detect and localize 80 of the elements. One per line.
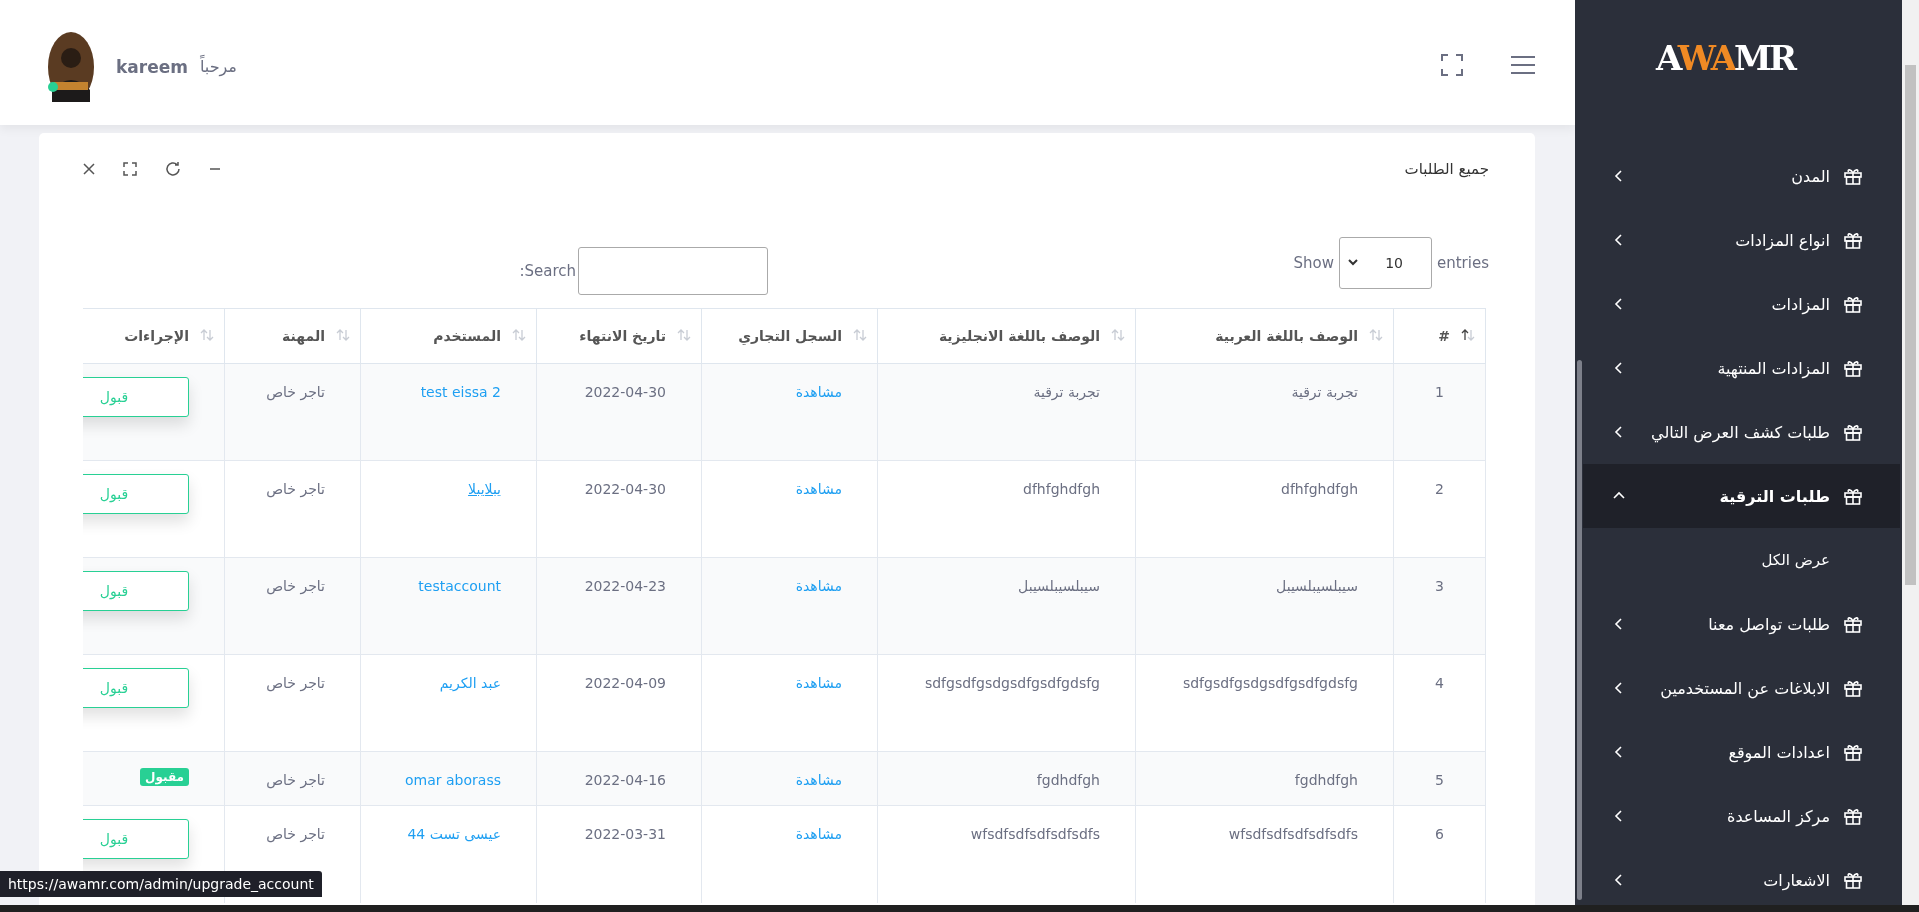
table-cell: 2022-04-16 (536, 751, 702, 806)
close-icon[interactable] (83, 163, 95, 175)
sidebar-item[interactable]: المزادات (1583, 272, 1900, 336)
chevron-down-icon (1348, 259, 1358, 266)
refresh-icon[interactable] (165, 161, 181, 177)
column-header[interactable]: الوصف باللغة العربية (1135, 308, 1394, 364)
gift-icon (1844, 167, 1862, 185)
gift-icon (1844, 487, 1862, 505)
show-label: Show (1293, 253, 1334, 272)
scrollbar-thumb[interactable] (1905, 65, 1916, 585)
gift-icon (1844, 295, 1862, 313)
menu-icon[interactable] (1511, 55, 1535, 74)
table-cell: 2022-03-31 (536, 805, 702, 903)
sidebar-item[interactable]: مركز المساعدة (1583, 784, 1900, 848)
table-cell: سيبلسيبلسيبل (1135, 557, 1394, 655)
table-cell: fgdhdfgh (877, 751, 1136, 806)
table-cell: wfsdfsdfsdfsdfsdfs (1135, 805, 1394, 903)
table-cell: 3 (1393, 557, 1486, 655)
entries-label: entries (1437, 253, 1489, 272)
table-cell: تجربة ترقية (1135, 363, 1394, 461)
chevron-left-icon (1613, 234, 1625, 246)
chevron-left-icon (1613, 874, 1625, 886)
gift-icon (1844, 743, 1862, 761)
sidebar-item[interactable]: الابلاغات عن المستخدمين (1583, 656, 1900, 720)
fullscreen-icon[interactable] (123, 162, 137, 176)
accepted-badge: مقبول (140, 768, 189, 786)
chevron-left-icon (1613, 362, 1625, 374)
card-title: جميع الطلبات (1404, 160, 1489, 178)
gift-icon (1844, 679, 1862, 697)
table-cell: 1 (1393, 363, 1486, 461)
table-cell: تجربة ترقية (877, 363, 1136, 461)
chevron-left-icon (1613, 170, 1625, 182)
status-url: https://awamr.com/admin/upgrade_account (0, 871, 322, 897)
table-cell: تاجر خاص (224, 557, 361, 655)
sidebar-subitem[interactable]: عرض الكل (1583, 528, 1902, 592)
table-cell: 2022-04-23 (536, 557, 702, 655)
column-header[interactable]: المستخدم (360, 308, 537, 364)
table-cell: 2022-04-30 (536, 363, 702, 461)
scrollbar-thumb[interactable] (1577, 360, 1582, 900)
table-cell: سيبلسيبلسيبل (877, 557, 1136, 655)
sidebar-item[interactable]: طلبات الترقية (1583, 464, 1900, 528)
column-header[interactable]: الإجراءات (83, 308, 225, 364)
column-header[interactable]: المهنة (224, 308, 361, 364)
column-header[interactable]: الوصف باللغة الانجليزية (877, 308, 1136, 364)
sidebar-item[interactable]: المزادات المنتهية (1583, 336, 1900, 400)
gift-icon (1844, 423, 1862, 441)
column-header[interactable]: # (1393, 308, 1486, 364)
table-cell: fgdhdfgh (1135, 751, 1394, 806)
gift-icon (1844, 231, 1862, 249)
sidebar-item[interactable]: طلبات كشف العرض التالي (1583, 400, 1900, 464)
avatar[interactable] (48, 31, 94, 102)
search-label: Search: (519, 261, 576, 280)
entries-select[interactable]: 10 (1339, 236, 1432, 289)
chevron-left-icon (1613, 298, 1625, 310)
table-cell: wfsdfsdfsdfsdfsdfs (877, 805, 1136, 903)
greeting: مرحباً (199, 57, 237, 76)
sidebar-item[interactable]: المدن (1583, 144, 1900, 208)
chevron-left-icon (1613, 682, 1625, 694)
user-name: kareem (116, 56, 188, 77)
sidebar-item[interactable]: انواع المزادات (1583, 208, 1900, 272)
sidebar-item[interactable]: طلبات تواصل معنا (1583, 592, 1900, 656)
column-header[interactable]: تاريخ الانتهاء (536, 308, 702, 364)
gift-icon (1844, 615, 1862, 633)
sidebar-item[interactable]: الاشعارات (1583, 848, 1900, 905)
gift-icon (1844, 871, 1862, 889)
chevron-left-icon (1613, 746, 1625, 758)
table-cell: 6 (1393, 805, 1486, 903)
table-cell: تاجر خاص (224, 751, 361, 806)
column-header[interactable]: السجل التجاري (701, 308, 878, 364)
table-cell: 5 (1393, 751, 1486, 806)
chevron-left-icon (1613, 426, 1625, 438)
fullscreen-icon[interactable] (1441, 53, 1463, 76)
sidebar-item[interactable]: اعدادات الموقع (1583, 720, 1900, 784)
chevron-left-icon (1613, 618, 1625, 630)
logo[interactable]: AWAMR (1656, 38, 1794, 78)
table-cell: تاجر خاص (224, 363, 361, 461)
search-field[interactable] (578, 246, 768, 295)
gift-icon (1844, 807, 1862, 825)
chevron-left-icon (1613, 810, 1625, 822)
gift-icon (1844, 359, 1862, 377)
